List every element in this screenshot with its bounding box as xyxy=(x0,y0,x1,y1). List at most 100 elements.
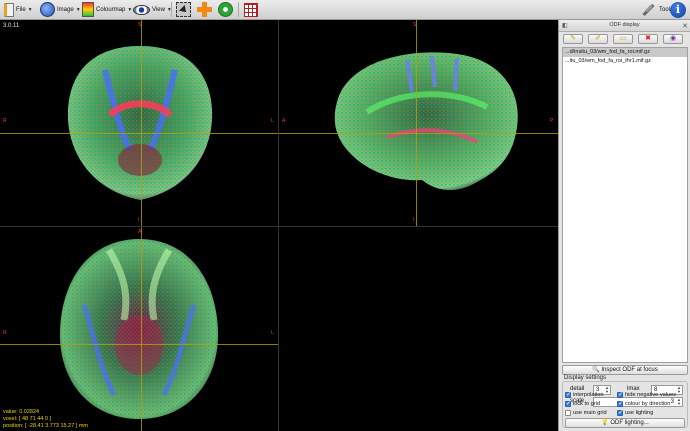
checkbox-icon: ✓ xyxy=(565,391,572,398)
use-lighting-checkbox[interactable]: ✓ use lighting xyxy=(617,408,653,417)
spin-arrows-icon[interactable]: ▲ ▼ xyxy=(605,386,609,394)
orientation-label-top: S xyxy=(138,22,142,28)
tool-label: Tool xyxy=(659,6,671,13)
scale-value: 3 xyxy=(670,399,674,405)
magnifier-icon: 🔍 xyxy=(592,367,600,373)
odf-file-list[interactable]: ...d/insitu_03/wm_fod_fa_roi.mif.gz ...i… xyxy=(562,47,688,363)
odf-lighting-button[interactable]: 💡 ODF lighting... xyxy=(565,418,685,428)
open-icon: ✎ xyxy=(570,35,576,42)
image-label: Image xyxy=(57,6,74,13)
axial-pane[interactable]: A R L value: 0.02824 voxel: [ 48 71 44 0… xyxy=(0,227,278,431)
checkbox-icon: ✓ xyxy=(617,391,624,398)
main-toolbar: File ▼ Image ▼ Colourmap ▼ View ▼ Tool ▼… xyxy=(0,0,690,20)
info-button[interactable]: i xyxy=(670,1,686,18)
colourmap-icon xyxy=(82,2,94,17)
clear-icon: ▭ xyxy=(619,35,627,42)
orientation-label-bottom: I xyxy=(138,217,140,223)
interpolation-checkbox[interactable]: ✓ interpolation xyxy=(565,390,603,399)
odf-lighting-label: ODF lighting... xyxy=(610,420,649,426)
lightbulb-icon: 💡 xyxy=(601,420,609,426)
crosshair-vertical xyxy=(141,20,142,226)
colourmap-menu-button[interactable]: Colourmap ▼ xyxy=(82,1,132,18)
hide-negative-checkbox[interactable]: ✓ hide negative values xyxy=(617,390,676,399)
colour-by-direction-label: colour by direction xyxy=(625,400,671,407)
orientation-label-left: A xyxy=(282,118,286,124)
image-icon xyxy=(40,2,55,17)
crosshair-vertical xyxy=(416,20,417,226)
lock-to-grid-label: lock to grid xyxy=(573,400,601,407)
info-icon: i xyxy=(670,1,686,18)
orientation-label-right: L xyxy=(271,330,274,336)
coronal-brain-slice xyxy=(67,46,213,200)
orientation-label-left: R xyxy=(3,330,7,336)
spin-arrows-icon[interactable]: ▲ ▼ xyxy=(677,398,681,406)
use-main-grid-checkbox[interactable]: use main grid xyxy=(565,408,607,417)
chevron-down-icon: ▼ xyxy=(75,6,81,13)
eye-icon: ◉ xyxy=(669,35,677,42)
value-readout: value: 0.02824 xyxy=(3,409,40,415)
select-icon xyxy=(176,2,191,17)
position-readout: position: [ -28.41 3.773 15.27 ] mm xyxy=(3,423,88,429)
inspect-odf-button[interactable]: 🔍 Inspect ODF at focus xyxy=(562,365,688,375)
chevron-down-icon: ▼ xyxy=(127,6,133,13)
crosshair-horizontal xyxy=(0,133,278,134)
image-menu-button[interactable]: Image ▼ xyxy=(40,1,81,18)
delete-icon: ✖ xyxy=(645,35,651,42)
crosshair-horizontal xyxy=(279,133,558,134)
orientation-label-bottom: I xyxy=(413,217,415,223)
axial-brain-slice xyxy=(59,239,219,419)
panel-title: ODF display xyxy=(609,22,640,28)
file-label: File xyxy=(16,6,26,13)
orientation-label-right: P xyxy=(550,118,554,124)
inspect-label: Inspect ODF at focus xyxy=(601,367,658,373)
move-mode-button[interactable] xyxy=(197,1,212,18)
colour-by-direction-checkbox[interactable]: ✓ colour by direction xyxy=(617,399,670,408)
close-icon[interactable]: ✕ xyxy=(682,21,688,32)
file-list-item[interactable]: ...itu_03/wm_fod_fa_roi_thr1.mif.gz xyxy=(563,57,687,66)
rotate-mode-button[interactable] xyxy=(218,1,233,18)
file-icon xyxy=(4,2,14,17)
checkbox-icon xyxy=(565,409,571,416)
file-menu-button[interactable]: File ▼ xyxy=(4,1,33,18)
odf-display-panel: ◧ ODF display ✕ ✎ ✐ ▭ ✖ ◉ ...d/insitu_03… xyxy=(558,20,690,431)
toolbar-separator xyxy=(238,2,239,17)
file-list-item[interactable]: ...d/insitu_03/wm_fod_fa_roi.mif.gz xyxy=(563,48,687,57)
move-icon xyxy=(197,2,212,17)
select-mode-button[interactable] xyxy=(176,1,191,18)
view-menu-button[interactable]: View ▼ xyxy=(133,1,172,18)
lock-to-grid-checkbox[interactable]: ✓ lock to grid xyxy=(565,399,600,408)
hide-negative-label: hide negative values xyxy=(625,391,677,398)
checkbox-icon: ✓ xyxy=(617,400,624,407)
colourmap-label: Colourmap xyxy=(96,6,126,13)
interpolation-label: interpolation xyxy=(573,391,604,398)
grid-icon xyxy=(244,2,258,17)
use-lighting-label: use lighting xyxy=(625,409,654,416)
crosshair-vertical xyxy=(141,227,142,431)
crosshair-horizontal xyxy=(0,344,278,345)
dock-icon[interactable]: ◧ xyxy=(562,21,568,32)
chevron-down-icon: ▼ xyxy=(27,6,33,13)
grid-button[interactable] xyxy=(244,1,258,18)
toolbar-separator xyxy=(171,2,172,17)
view-icon xyxy=(133,4,150,15)
checkbox-icon: ✓ xyxy=(565,400,572,407)
clear-odf-button[interactable]: ▭ xyxy=(613,34,633,44)
orientation-label-top: S xyxy=(413,22,417,28)
rotate-icon xyxy=(218,2,233,17)
panel-title-bar: ◧ ODF display ✕ xyxy=(559,20,690,32)
orientation-label-left: R xyxy=(3,118,7,124)
hide-odf-button[interactable]: ◉ xyxy=(663,34,683,44)
orientation-label-right: L xyxy=(271,118,274,124)
view-label: View xyxy=(152,6,165,13)
voxel-readout: voxel: [ 48 71 44 0 ] xyxy=(3,416,52,422)
save-odf-button[interactable]: ✐ xyxy=(588,34,608,44)
save-icon: ✐ xyxy=(595,35,601,42)
close-odf-button[interactable]: ✖ xyxy=(638,34,658,44)
sagittal-pane[interactable]: S I A P xyxy=(279,20,558,226)
image-viewer[interactable]: S I R L 3.0.11 S I A P A R L value: 0.02… xyxy=(0,20,558,431)
coronal-pane[interactable]: S I R L 3.0.11 xyxy=(0,20,278,226)
use-main-grid-label: use main grid xyxy=(573,409,607,416)
open-odf-button[interactable]: ✎ xyxy=(563,34,583,44)
version-label: 3.0.11 xyxy=(3,23,20,29)
spin-arrows-icon[interactable]: ▲ ▼ xyxy=(677,386,681,394)
